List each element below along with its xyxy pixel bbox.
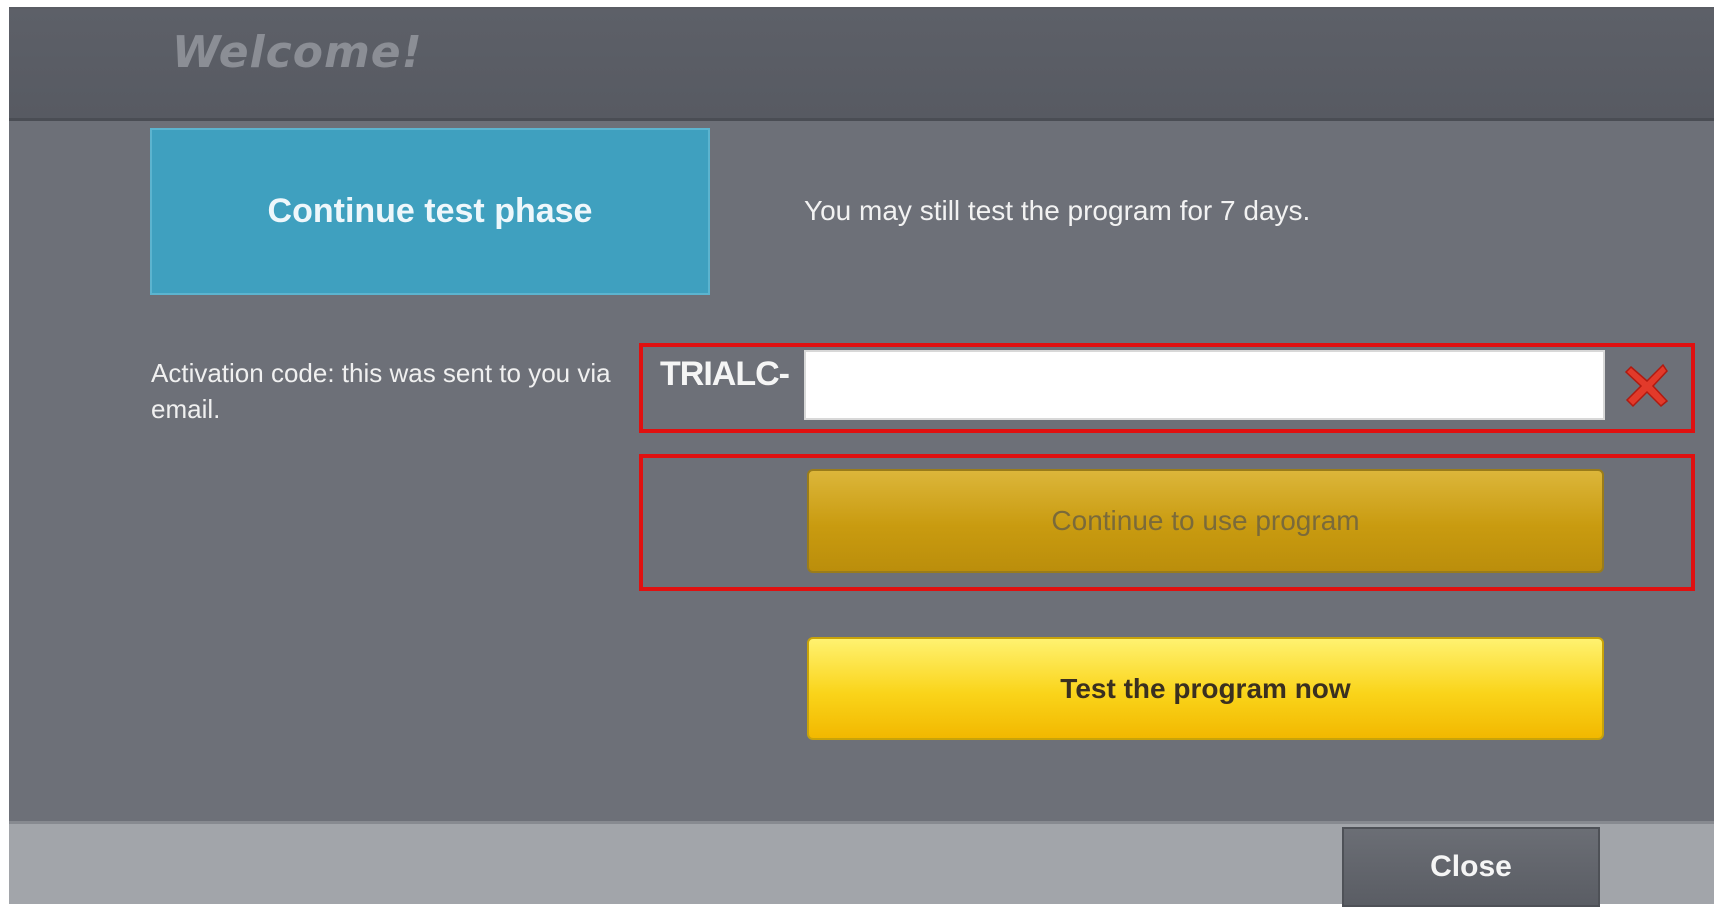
close-button[interactable]: Close xyxy=(1342,827,1600,907)
activation-code-input[interactable] xyxy=(804,350,1605,420)
dialog-title: Welcome! xyxy=(172,27,423,78)
activation-code-prefix: TRIALC- xyxy=(660,355,790,393)
dialog-content: Continue test phase You may still test t… xyxy=(9,121,1714,821)
trial-remaining-text: You may still test the program for 7 day… xyxy=(804,195,1311,226)
clear-x-icon[interactable] xyxy=(1621,359,1673,411)
dialog-footer: Close xyxy=(9,821,1714,907)
continue-to-use-program-button[interactable]: Continue to use program xyxy=(807,469,1604,573)
activation-code-label: Activation code: this was sent to you vi… xyxy=(151,358,611,424)
welcome-dialog: Welcome! Continue test phase You may sti… xyxy=(9,7,1714,907)
continue-test-phase-button[interactable]: Continue test phase xyxy=(150,128,710,295)
title-bar: Welcome! xyxy=(9,9,1714,121)
test-program-now-button[interactable]: Test the program now xyxy=(807,637,1604,740)
